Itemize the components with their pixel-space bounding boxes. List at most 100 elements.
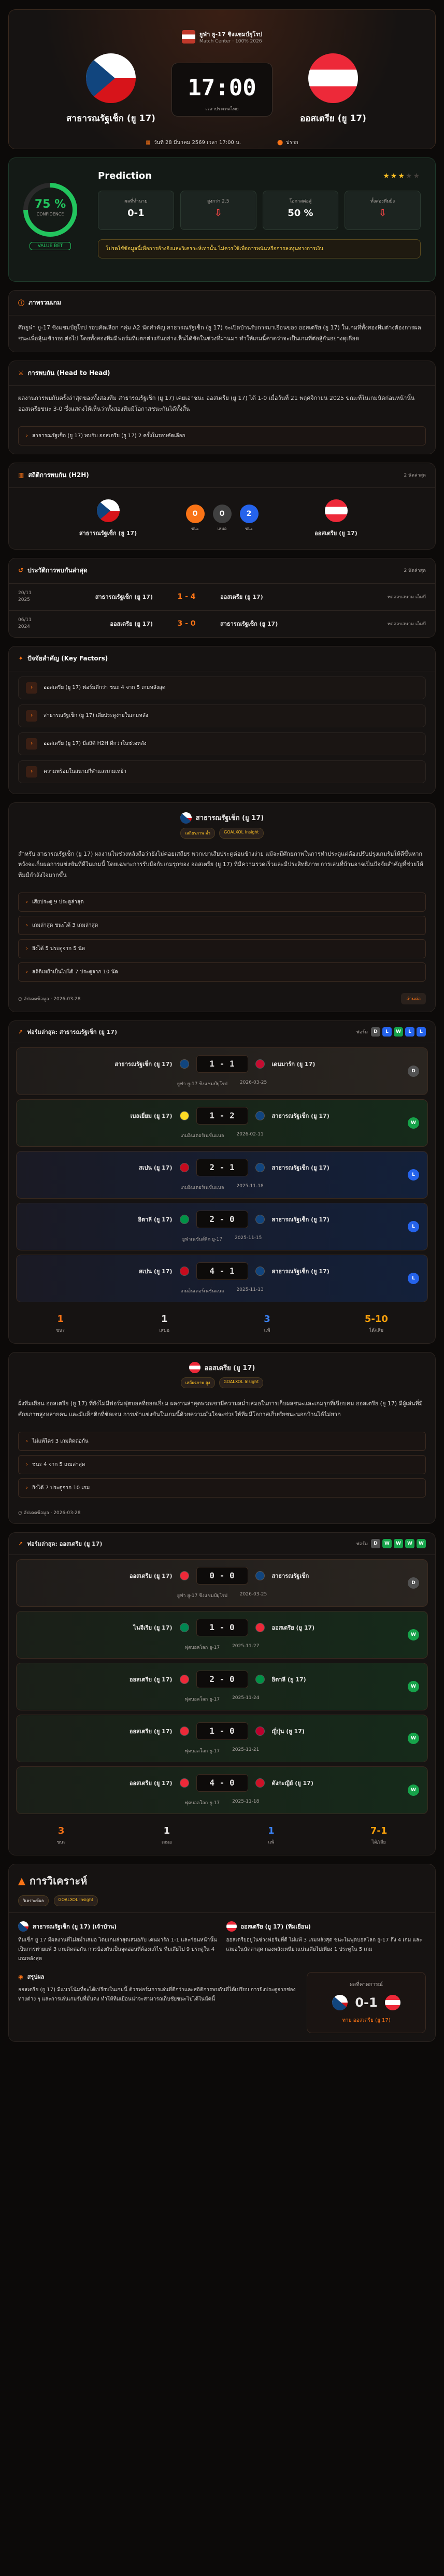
- home-team-flag-icon: [179, 1623, 189, 1633]
- h2h-stats-range: 2 นัดล่าสุด: [404, 473, 426, 479]
- meeting-row[interactable]: 20/11 2025 สาธารณรัฐเช็ก (ยู 17) 1 - 4 ออสเ…: [9, 583, 435, 610]
- bulb-icon: ✦: [18, 655, 24, 663]
- h2h-home: สาธารณรัฐเช็ก (ยู 17): [56, 499, 160, 538]
- analysis-sub-head: สรุปผล: [27, 1974, 45, 1981]
- analysis-away-text: ออสเตรียอยู่ในช่วงฟอร์มที่ดี ไม่แพ้ 3 เก…: [226, 1937, 422, 1953]
- meeting-venue: ทดสอบสนาม เอ็มบี: [387, 622, 426, 627]
- form-match-card[interactable]: สาธารณรัฐเช็ก (ยู 17) 1 - 1 เดนมาร์ก (ยู 1…: [16, 1047, 428, 1096]
- form-match-date: 2025-11-27: [232, 1644, 260, 1649]
- rating-stars: ★★★★★: [383, 171, 421, 180]
- form-match-card[interactable]: ไนจีเรีย (ยู 17) 1 - 0 ออสเตรีย (ยู 17) ฟุต…: [16, 1611, 428, 1659]
- team-bullet-text: เสียประตู 9 ประตูล่าสุด: [32, 899, 84, 905]
- form-match-meta: ฟุตบอลโลก ยู-17 2025-11-27: [25, 1644, 419, 1651]
- read-more-button[interactable]: อ่านต่อ: [401, 993, 426, 1005]
- form-match-score: 2 - 0: [196, 1671, 248, 1689]
- form-match-card[interactable]: ออสเตรีย (ยู 17) 2 - 0 อิตาลี (ยู 17) ฟุตบอ…: [16, 1663, 428, 1711]
- away-team-flag-icon: [255, 1623, 265, 1633]
- away-team-card: ออสเตรีย (ยู 17) เสถียรภาพ สูง GOALXOL I…: [8, 1352, 436, 1524]
- form-match-date: 2026-03-25: [239, 1080, 267, 1086]
- prediction-box-value: ⇩: [214, 208, 222, 219]
- home-flag-icon: [85, 53, 136, 103]
- home-team-card: สาธารณรัฐเช็ก (ยู 17) เสถียรภาพ ต่ำ GOAL…: [8, 802, 436, 1013]
- form-summary-value: 5-10: [364, 1314, 388, 1325]
- home-team-flag-icon: [179, 1571, 189, 1581]
- away-card-updated: ◷ อัปเดตข้อมูล · 2026-03-28: [18, 1510, 81, 1516]
- tab-insight[interactable]: GOALXOL Insight: [53, 1895, 98, 1907]
- form-badge: W: [417, 1539, 426, 1549]
- form-match-home: ออสเตรีย (ยู 17): [129, 1728, 173, 1735]
- away-form-title: ฟอร์มล่าสุด: ออสเตรีย (ยู 17): [27, 1541, 103, 1548]
- home-card-updated-label: อัปเดตข้อมูล: [23, 997, 49, 1002]
- home-wins-count: 0: [185, 505, 205, 524]
- home-team-flag-icon: [179, 1059, 189, 1069]
- form-match-result-badge: D: [408, 1066, 419, 1077]
- form-match-result-badge: W: [408, 1629, 419, 1641]
- kickoff-time-box: 17:00 เวลาประเทศไทย: [171, 62, 273, 117]
- prediction-box: ผลที่ทำนาย 0-1: [98, 191, 174, 230]
- away-team-flag-icon: [255, 1726, 265, 1736]
- away-team[interactable]: ออสเตรีย (ยู 17): [273, 53, 394, 125]
- form-match-score: 4 - 0: [196, 1774, 248, 1792]
- form-match-home: เบลเยี่ยม (ยู 17): [130, 1113, 173, 1120]
- overview-card: ⓘ ภาพรวมเกม ศึกยูฟ่า ยู-17 ชิงแชมป์ยุโรป …: [8, 290, 436, 352]
- form-badge: D: [371, 1027, 380, 1037]
- form-match-home: สาธารณรัฐเช็ก (ยู 17): [114, 1061, 173, 1068]
- form-match-row: ออสเตรีย (ยู 17) 4 - 0 ตังกะญีย์ (ยู 17): [25, 1774, 419, 1792]
- form-match-competition: เกมอินเตอร์เนชั่นแนล: [180, 1185, 224, 1191]
- home-card-updated: ◷ อัปเดตข้อมูล · 2026-03-28: [18, 997, 81, 1002]
- form-match-card[interactable]: สเปน (ยู 17) 4 - 1 สาธารณรัฐเช็ก (ยู 17) เก…: [16, 1255, 428, 1303]
- key-factor-item: › สาธารณรัฐเช็ก (ยู 17) เสียประตูง่ายในเก…: [18, 704, 426, 727]
- form-match-meta: เกมอินเตอร์เนชั่นแนล 2025-11-13: [25, 1287, 419, 1294]
- form-match-row: อิตาลี (ยู 17) 2 - 0 สาธารณรัฐเช็ก (ยู 17): [25, 1211, 419, 1229]
- form-match-row: ไนจีเรีย (ยู 17) 1 - 0 ออสเตรีย (ยู 17): [25, 1619, 419, 1637]
- away-team-name: ออสเตรีย (ยู 17): [300, 113, 366, 124]
- form-match-result-badge: L: [408, 1169, 419, 1181]
- form-match-card[interactable]: สเปน (ยู 17) 2 - 1 สาธารณรัฐเช็ก (ยู 17) เก…: [16, 1151, 428, 1199]
- meeting-home: ออสเตรีย (ยู 17): [110, 621, 153, 628]
- form-badge: D: [371, 1539, 380, 1549]
- form-match-row: ออสเตรีย (ยู 17) 2 - 0 อิตาลี (ยู 17): [25, 1671, 419, 1689]
- form-match-result-badge: W: [408, 1733, 419, 1745]
- prediction-box-label: ผลที่ทำนาย: [124, 199, 148, 204]
- predicted-pick: ทาย ออสเตรีย (ยู 17): [342, 2018, 391, 2024]
- bullet-arrow-icon: ›: [26, 1485, 28, 1491]
- match-hero: ยูฟ่า ยู-17 ชิงแชมป์ยุโรป Match Center ·…: [8, 9, 436, 149]
- prediction-box-value: 0-1: [127, 208, 145, 219]
- meeting-score: 1 - 4: [177, 593, 196, 601]
- away-flag-icon: [308, 53, 358, 103]
- home-team[interactable]: สาธารณรัฐเช็ก (ยู 17): [50, 53, 171, 125]
- form-match-away: ญี่ปุ่น (ยู 17): [271, 1728, 305, 1735]
- chart-icon: ▥: [18, 471, 24, 479]
- form-match-score: 2 - 0: [196, 1211, 248, 1229]
- home-team-name: สาธารณรัฐเช็ก (ยู 17): [66, 113, 155, 124]
- bullet-arrow-icon: ›: [26, 923, 28, 929]
- insight-badge: GOALXOL Insight: [219, 1377, 264, 1389]
- form-badge: W: [405, 1539, 414, 1549]
- form-match-meta: ยูฟ่า ยู-17 ชิงแชมป์ยุโรป 2026-03-25: [25, 1592, 419, 1599]
- competition-name: ยูฟ่า ยู-17 ชิงแชมป์ยุโรป: [199, 31, 263, 38]
- meeting-away: ออสเตรีย (ยู 17): [220, 594, 263, 601]
- location-pin-icon: ⬤: [277, 140, 283, 146]
- recent-meetings-title: ประวัติการพบกันล่าสุด: [27, 566, 88, 574]
- home-team-flag-icon: [179, 1163, 189, 1173]
- home-form-label: ฟอร์ม: [356, 1030, 368, 1035]
- home-flag-icon: [332, 1995, 348, 2011]
- form-match-card[interactable]: ออสเตรีย (ยู 17) 4 - 0 ตังกะญีย์ (ยู 17) ฟุ…: [16, 1766, 428, 1815]
- form-match-away: เดนมาร์ก (ยู 17): [271, 1061, 316, 1068]
- predicted-result-title: ผลที่คาดการณ์: [350, 1982, 383, 1988]
- home-team-flag-icon: [179, 1215, 189, 1225]
- tab-analysis[interactable]: วิเคราะห์ผล: [18, 1895, 49, 1907]
- form-match-date: 2025-11-24: [232, 1695, 260, 1701]
- away-card-updated-date: 2026-03-28: [53, 1510, 81, 1516]
- form-match-card[interactable]: เบลเยี่ยม (ยู 17) 1 - 2 สาธารณรัฐเช็ก (ยู …: [16, 1099, 428, 1147]
- meeting-row[interactable]: 06/11 2024 ออสเตรีย (ยู 17) 3 - 0 สาธารณรัฐ…: [9, 610, 435, 637]
- form-match-card[interactable]: ออสเตรีย (ยู 17) 0 - 0 สาธารณรัฐเช็ก ยูฟ่า …: [16, 1559, 428, 1607]
- form-match-away: สาธารณรัฐเช็ก: [271, 1573, 309, 1580]
- predicted-score: 0-1: [355, 1995, 378, 2010]
- away-card-name: ออสเตรีย (ยู 17): [204, 1364, 255, 1372]
- form-match-card[interactable]: อิตาลี (ยู 17) 2 - 0 สาธารณรัฐเช็ก (ยู 17)…: [16, 1203, 428, 1251]
- form-match-card[interactable]: ออสเตรีย (ยู 17) 1 - 0 ญี่ปุ่น (ยู 17) ฟุตบ…: [16, 1715, 428, 1763]
- home-card-name: สาธารณรัฐเช็ก (ยู 17): [195, 814, 264, 823]
- overview-title: ภาพรวมเกม: [28, 299, 61, 306]
- form-summary-label: เสมอ: [161, 1840, 172, 1846]
